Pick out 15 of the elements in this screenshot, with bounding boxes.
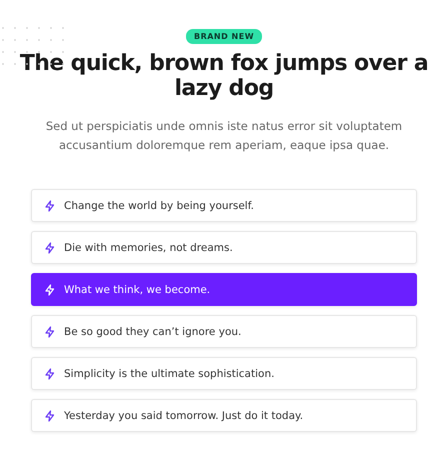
lightning-icon: [44, 410, 56, 422]
list-item[interactable]: Die with memories, not dreams.: [31, 231, 417, 264]
heading: The quick, brown fox jumps over a lazy dog: [18, 51, 430, 101]
lightning-icon: [44, 200, 56, 212]
description: Sed ut perspiciatis unde omnis iste natus error sit voluptatem accusantium doloremque rem aperiam, eaque ipsa quae.: [44, 118, 404, 154]
list-item[interactable]: Simplicity is the ultimate sophistication.: [31, 357, 417, 390]
list-item[interactable]: Be so good they can’t ignore you.: [31, 315, 417, 348]
lightning-icon: [44, 368, 56, 380]
badge: BRAND NEW: [186, 29, 262, 44]
lightning-icon: [44, 326, 56, 338]
list-item[interactable]: Change the world by being yourself.: [31, 189, 417, 222]
list-item[interactable]: Yesterday you said tomorrow. Just do it today.: [31, 399, 417, 432]
lightning-icon: [44, 242, 56, 254]
list-item[interactable]: What we think, we become.: [31, 273, 417, 306]
lightning-icon: [44, 284, 56, 296]
